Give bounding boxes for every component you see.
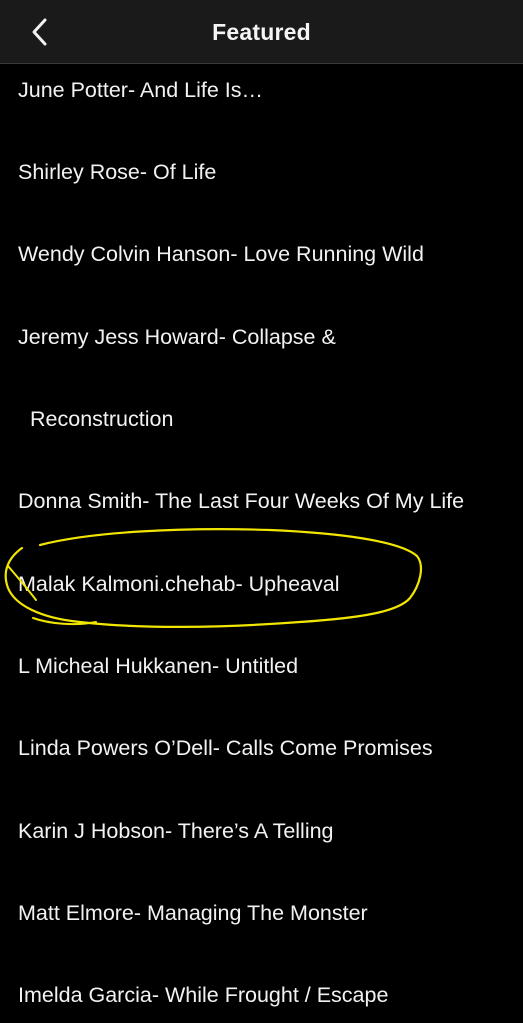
list-item-continuation[interactable]: Reconstruction [30,407,173,432]
list-item-highlighted[interactable]: Malak Kalmoni.chehab- Upheaval [18,572,339,597]
list-item[interactable]: Shirley Rose- Of Life [18,160,216,185]
list-item[interactable]: Imelda Garcia- While Frought / Escape [18,983,388,1008]
page-title: Featured [212,19,311,45]
list-item[interactable]: Wendy Colvin Hanson- Love Running Wild [18,242,424,267]
list-item[interactable]: Donna Smith- The Last Four Weeks Of My L… [18,489,464,514]
list-item[interactable]: Linda Powers O’Dell- Calls Come Promises [18,736,433,761]
list-item[interactable]: Karin J Hobson- There’s A Telling [18,819,334,844]
list-item[interactable]: Jeremy Jess Howard- Collapse & [18,325,336,350]
top-app-bar: Featured [0,0,523,64]
list-item[interactable]: L Micheal Hukkanen- Untitled [18,654,298,679]
list-item[interactable]: Matt Elmore- Managing The Monster [18,901,368,926]
list-item[interactable]: June Potter- And Life Is… [18,78,263,103]
